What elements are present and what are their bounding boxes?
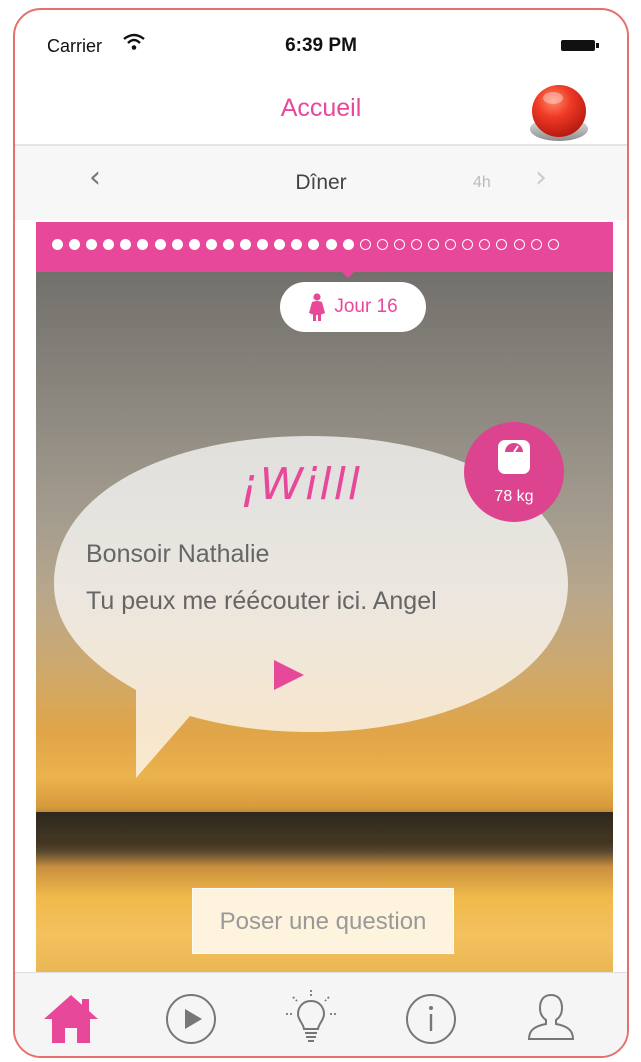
battery-icon — [561, 40, 599, 51]
progress-dot — [291, 239, 303, 250]
progress-dot — [120, 239, 132, 250]
weight-value: 78 kg — [494, 488, 534, 505]
home-icon[interactable] — [41, 987, 101, 1047]
main-content: Jour 16 ¡Willl Bonsoir Nathalie Tu peux … — [36, 222, 613, 972]
progress-band — [36, 222, 613, 278]
progress-dot — [325, 239, 337, 250]
progress-dot — [274, 239, 286, 250]
progress-dot — [462, 239, 474, 250]
meal-selector: ‹ Dîner 4h › — [15, 146, 627, 220]
progress-dot — [547, 239, 559, 250]
weight-badge[interactable]: 78 kg — [464, 422, 564, 522]
ask-question-button[interactable]: Poser une question — [192, 888, 454, 954]
progress-dot — [154, 239, 166, 250]
progress-dot — [205, 239, 217, 250]
progress-dot — [359, 239, 371, 250]
horizon-treeline — [36, 812, 613, 848]
current-day-label: Jour 16 — [334, 296, 398, 317]
red-alarm-button-icon[interactable] — [527, 82, 591, 144]
progress-dot — [445, 239, 457, 250]
message-text: Tu peux me réécouter ici. Angel — [86, 587, 437, 615]
greeting-text: Bonsoir Nathalie — [86, 540, 270, 568]
progress-dot — [393, 239, 405, 250]
progress-dot — [86, 239, 98, 250]
play-icon[interactable] — [272, 658, 306, 692]
current-day-pill: Jour 16 — [280, 282, 426, 332]
progress-dot — [513, 239, 525, 250]
progress-dot — [479, 239, 491, 250]
progress-dot — [376, 239, 388, 250]
status-bar: Carrier 6:39 PM — [15, 10, 627, 80]
day-progress-dots — [52, 239, 565, 250]
person-icon — [309, 293, 326, 321]
progress-dot — [496, 239, 508, 250]
progress-dot — [342, 239, 354, 250]
progress-dot — [52, 239, 63, 250]
lightbulb-icon[interactable] — [281, 987, 341, 1047]
progress-dot — [530, 239, 542, 250]
progress-dot — [410, 239, 422, 250]
chevron-right-icon[interactable]: › — [535, 160, 547, 195]
user-icon[interactable] — [521, 987, 581, 1047]
progress-dot — [69, 239, 81, 250]
progress-dot — [428, 239, 440, 250]
progress-dot — [222, 239, 234, 250]
progress-dot — [137, 239, 149, 250]
info-icon[interactable] — [401, 987, 461, 1047]
scale-icon — [498, 440, 530, 474]
current-day-pointer — [341, 271, 356, 278]
meal-time-left: 4h — [473, 174, 491, 191]
progress-dot — [103, 239, 115, 250]
progress-dot — [257, 239, 269, 250]
progress-dot — [188, 239, 200, 250]
progress-dot — [308, 239, 320, 250]
progress-dot — [171, 239, 183, 250]
tab-bar — [15, 972, 627, 1056]
clock: 6:39 PM — [285, 35, 357, 56]
phone-frame: Carrier 6:39 PM Accueil ‹ Dîner 4h › Jou… — [13, 8, 629, 1058]
progress-dot — [240, 239, 252, 250]
play-circle-icon[interactable] — [161, 987, 221, 1047]
